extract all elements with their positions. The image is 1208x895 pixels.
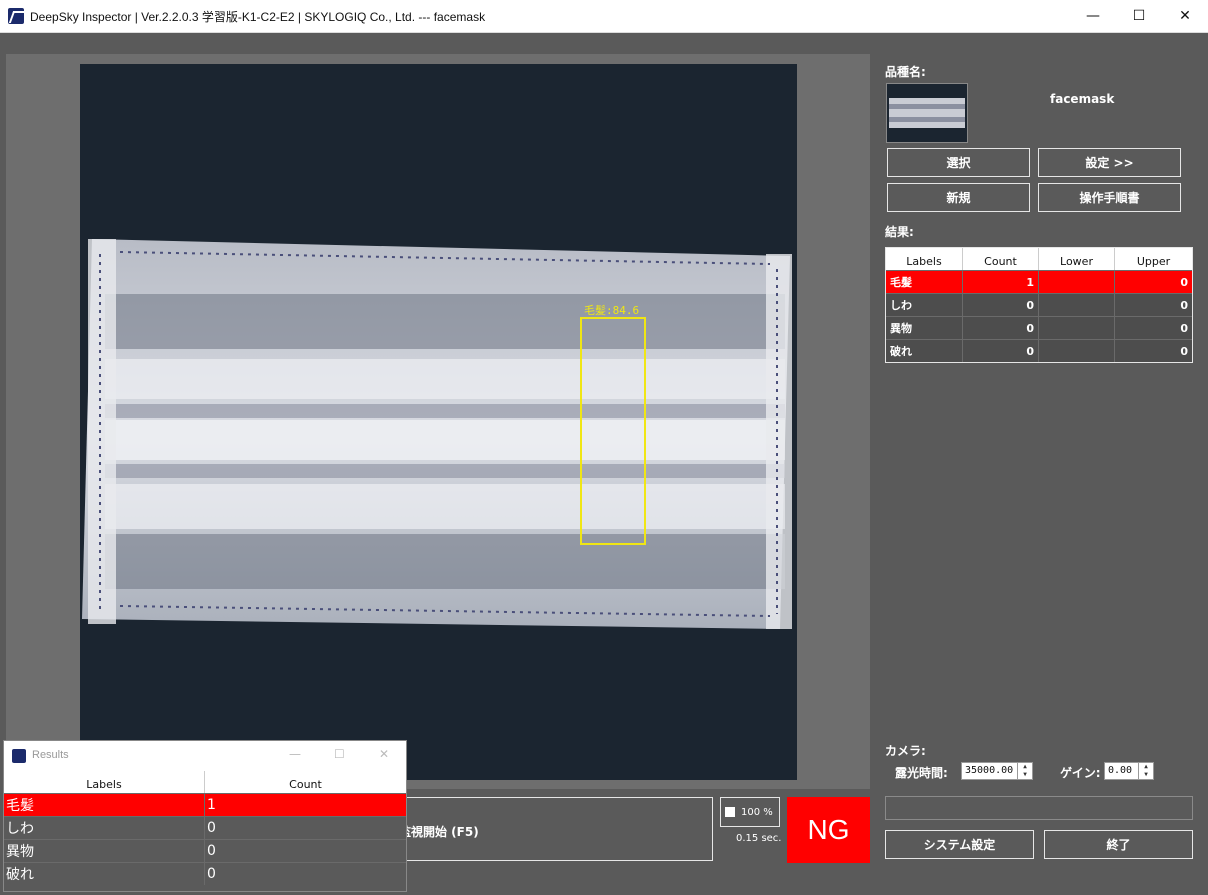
- results-section-label: 結果:: [885, 225, 914, 239]
- row-upper: 0: [1180, 321, 1188, 335]
- results-window-header: Labels Count: [4, 771, 406, 793]
- maximize-icon[interactable]: ☐: [1116, 0, 1162, 32]
- list-item[interactable]: 破れ 0: [4, 862, 406, 885]
- row-lower: [1039, 340, 1115, 362]
- row-count: 0: [963, 294, 1039, 316]
- spinner-arrows-icon[interactable]: ▲ ▼: [1138, 763, 1153, 779]
- settings-button[interactable]: 設定 >>: [1038, 148, 1181, 177]
- row-label: 毛髪: [4, 794, 205, 816]
- row-label: 破れ: [886, 340, 963, 362]
- monitor-start-label: 監視開始 (F5): [399, 825, 479, 839]
- exit-button[interactable]: 終了: [1044, 830, 1193, 859]
- results-window-title: Results: [32, 749, 69, 761]
- col-lower[interactable]: Lower: [1039, 248, 1115, 270]
- row-lower: [1039, 271, 1115, 293]
- exposure-label: 露光時間:: [895, 766, 948, 780]
- list-item[interactable]: 異物 0: [4, 839, 406, 862]
- exposure-value: 35000.00: [965, 765, 1014, 776]
- row-label: 破れ: [4, 863, 205, 885]
- gain-label: ゲイン:: [1060, 766, 1101, 780]
- row-count: 0: [963, 317, 1039, 339]
- inference-time: 0.15 sec.: [736, 833, 782, 844]
- row-upper: 0: [1180, 298, 1188, 312]
- row-upper: 0: [1180, 344, 1188, 358]
- row-count: 1: [963, 271, 1039, 293]
- inspection-image: [80, 64, 797, 780]
- minimize-icon[interactable]: —: [289, 747, 301, 761]
- manual-button[interactable]: 操作手順書: [1038, 183, 1181, 212]
- app-icon: [8, 8, 24, 24]
- results-table: Labels Count Lower Upper 毛髪 1 0 しわ 0 0 異…: [885, 247, 1193, 363]
- zoom-toggle[interactable]: 100 %: [720, 797, 780, 827]
- gain-value: 0.00: [1108, 765, 1133, 776]
- close-icon[interactable]: ✕: [1162, 0, 1208, 32]
- row-label: しわ: [4, 817, 205, 839]
- spinner-arrows-icon[interactable]: ▲ ▼: [1017, 763, 1032, 779]
- exposure-spinner[interactable]: 35000.00 ▲ ▼: [961, 762, 1033, 780]
- judgement-indicator: NG: [787, 797, 870, 863]
- results-table-header: Labels Count Lower Upper: [886, 248, 1192, 270]
- camera-section-label: カメラ:: [885, 744, 926, 758]
- progress-bar: [885, 796, 1193, 820]
- product-section-label: 品種名:: [885, 65, 926, 79]
- facemask-image: [82, 239, 792, 629]
- detection-box: [580, 317, 646, 545]
- row-lower: [1039, 294, 1115, 316]
- row-count: 0: [207, 843, 216, 859]
- col-labels[interactable]: Labels: [886, 248, 963, 270]
- new-button[interactable]: 新規: [887, 183, 1030, 212]
- row-count: 0: [207, 820, 216, 836]
- col-labels[interactable]: Labels: [4, 771, 205, 793]
- row-count: 0: [207, 866, 216, 882]
- maximize-icon[interactable]: ☐: [334, 747, 345, 761]
- row-lower: [1039, 317, 1115, 339]
- system-settings-button[interactable]: システム設定: [885, 830, 1034, 859]
- row-upper: 0: [1180, 275, 1188, 289]
- window-title: DeepSky Inspector | Ver.2.2.0.3 学習版-K1-C…: [30, 10, 486, 24]
- minimize-icon[interactable]: —: [1070, 0, 1116, 32]
- select-button[interactable]: 選択: [887, 148, 1030, 177]
- col-count[interactable]: Count: [963, 248, 1039, 270]
- results-window-rows: 毛髪 1 しわ 0 異物 0 破れ 0: [4, 793, 406, 885]
- detection-label: 毛髪:84.6: [584, 304, 640, 317]
- results-window: Results — ☐ ✕ Labels Count 毛髪 1 しわ 0 異物 …: [3, 740, 407, 892]
- table-row[interactable]: しわ 0 0: [886, 293, 1192, 316]
- thumbnail-image: [889, 98, 965, 128]
- title-bar: DeepSky Inspector | Ver.2.2.0.3 学習版-K1-C…: [0, 0, 1208, 33]
- row-label: 異物: [886, 317, 963, 339]
- results-window-titlebar[interactable]: Results — ☐ ✕: [4, 741, 406, 771]
- row-label: しわ: [886, 294, 963, 316]
- row-count: 0: [963, 340, 1039, 362]
- product-thumbnail: [886, 83, 968, 143]
- col-upper[interactable]: Upper: [1115, 248, 1192, 270]
- table-row[interactable]: 毛髪 1 0: [886, 270, 1192, 293]
- monitor-start-button[interactable]: 監視開始 (F5): [398, 797, 713, 861]
- row-label: 異物: [4, 840, 205, 862]
- gain-spinner[interactable]: 0.00 ▲ ▼: [1104, 762, 1154, 780]
- app-icon: [12, 749, 26, 763]
- list-item[interactable]: 毛髪 1: [4, 793, 406, 816]
- product-name: facemask: [1050, 92, 1115, 106]
- row-label: 毛髪: [886, 271, 963, 293]
- close-icon[interactable]: ✕: [379, 747, 389, 761]
- col-count[interactable]: Count: [205, 771, 406, 793]
- list-item[interactable]: しわ 0: [4, 816, 406, 839]
- row-count: 1: [207, 797, 216, 813]
- zoom-checkbox[interactable]: [725, 807, 735, 817]
- table-row[interactable]: 破れ 0 0: [886, 339, 1192, 362]
- zoom-label: 100 %: [741, 806, 773, 818]
- table-row[interactable]: 異物 0 0: [886, 316, 1192, 339]
